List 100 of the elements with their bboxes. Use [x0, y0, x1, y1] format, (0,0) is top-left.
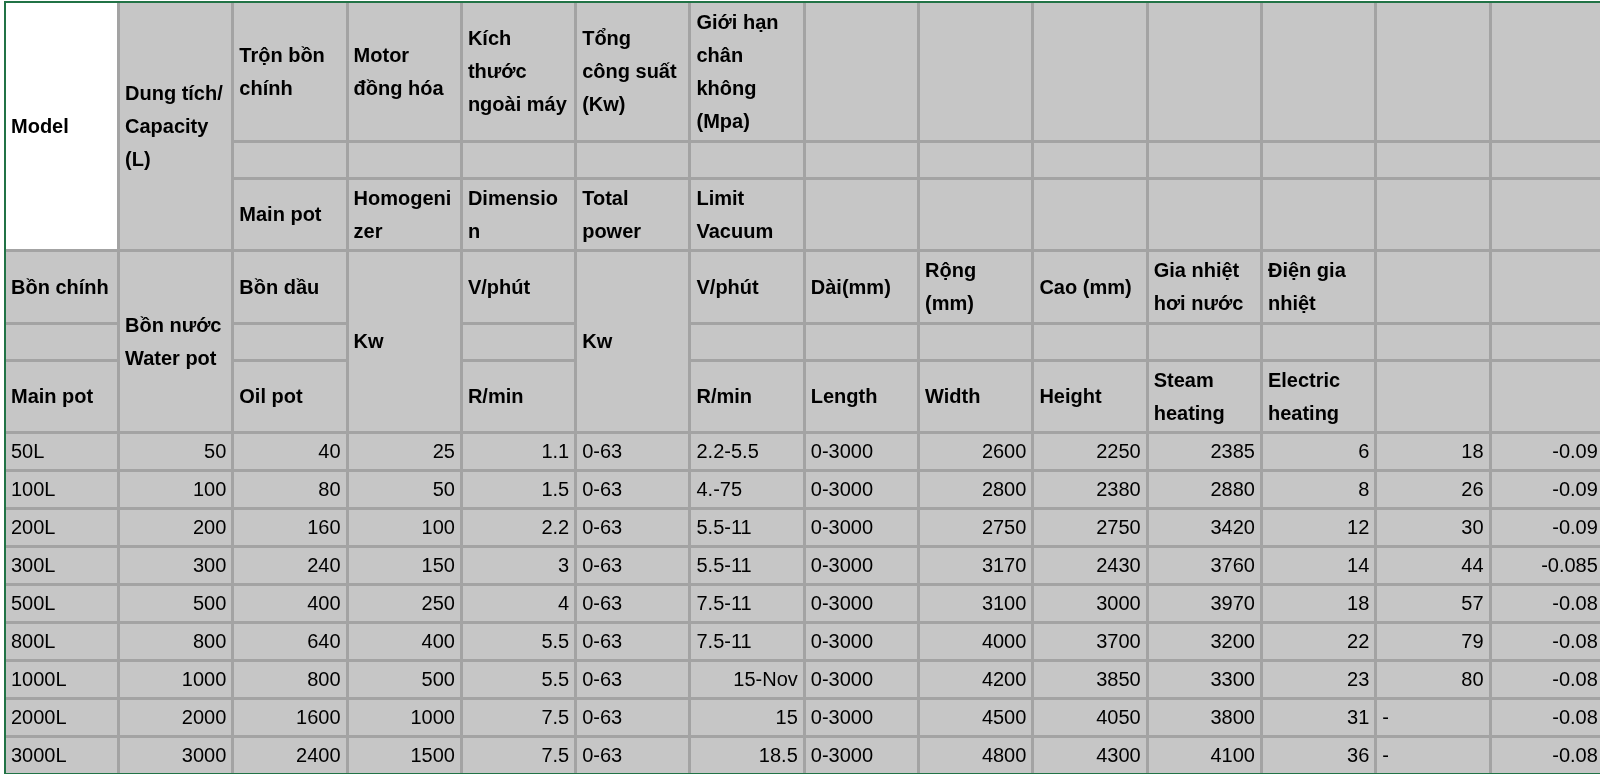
table-cell: 0-63 — [577, 510, 689, 545]
table-cell: 7.5 — [462, 700, 575, 735]
header-cell: Dung tích/ Capacity (L) — [120, 3, 232, 249]
header-cell: V/phút — [462, 252, 575, 322]
table-cell: -0.09 — [1491, 472, 1600, 507]
table-cell: 18 — [1377, 434, 1489, 469]
table-cell: 500 — [120, 586, 232, 621]
table-cell: 4500 — [920, 700, 1032, 735]
table-cell: 23 — [1262, 662, 1375, 697]
table-cell: 22 — [1262, 624, 1375, 659]
header-cell: Width — [920, 362, 1032, 431]
table-cell: 1000 — [120, 662, 232, 697]
table-cell: -0.08 — [1491, 700, 1600, 735]
table-cell: 2880 — [1148, 472, 1260, 507]
table-cell: 0-3000 — [805, 510, 918, 545]
header-cell: Steam heating — [1148, 362, 1260, 431]
table-cell: 31 — [1262, 700, 1375, 735]
table-cell: 3700 — [1034, 624, 1146, 659]
table-cell: 18.5 — [691, 738, 803, 773]
table-cell: 4100 — [1148, 738, 1260, 773]
header-cell: R/min — [462, 362, 575, 431]
table-cell: 5.5 — [462, 624, 575, 659]
table-cell: 79 — [1377, 624, 1489, 659]
header-cell: Rộng (mm) — [920, 252, 1032, 322]
table-cell: 80 — [1377, 662, 1489, 697]
table-cell: 7.5 — [462, 738, 575, 773]
header-cell: Kw — [348, 252, 460, 431]
table-cell: 1500 — [348, 738, 460, 773]
table-cell: 150 — [348, 548, 460, 583]
table-cell: 44 — [1377, 548, 1489, 583]
table-cell: 2600 — [920, 434, 1032, 469]
header-cell: Bồn chính — [6, 252, 117, 322]
table-cell: 3000L — [6, 738, 117, 773]
header-cell: Height — [1034, 362, 1146, 431]
table-cell: 400 — [234, 586, 346, 621]
table-cell: 200 — [120, 510, 232, 545]
table-cell: 300L — [6, 548, 117, 583]
table-cell: 0-63 — [577, 700, 689, 735]
table-cell: 100L — [6, 472, 117, 507]
header-cell: Length — [805, 362, 918, 431]
header-cell: V/phút — [691, 252, 803, 322]
table-cell: -0.09 — [1491, 434, 1600, 469]
table-cell: 800L — [6, 624, 117, 659]
table-cell: 4050 — [1034, 700, 1146, 735]
table-cell: 8 — [1262, 472, 1375, 507]
table-cell: -0.09 — [1491, 510, 1600, 545]
table-cell: 0-63 — [577, 738, 689, 773]
header-cell: Tổng công suất (Kw) — [577, 3, 689, 140]
table-cell: 2000 — [120, 700, 232, 735]
table-cell: 0-63 — [577, 434, 689, 469]
table-cell: 200L — [6, 510, 117, 545]
table-cell: 6 — [1262, 434, 1375, 469]
table-cell: 4300 — [1034, 738, 1146, 773]
table-cell: 0-3000 — [805, 700, 918, 735]
table-cell: 5.5-11 — [691, 510, 803, 545]
table-cell: 3000 — [1034, 586, 1146, 621]
table-cell: 100 — [120, 472, 232, 507]
header-cell: Main pot — [234, 180, 346, 249]
header-cell: Motor đồng hóa — [348, 3, 460, 140]
table-cell: 2400 — [234, 738, 346, 773]
table-cell: 800 — [120, 624, 232, 659]
table-cell: 400 — [348, 624, 460, 659]
table-cell: 50 — [120, 434, 232, 469]
header-cell: Dài(mm) — [805, 252, 918, 322]
table-cell: 0-63 — [577, 662, 689, 697]
table-cell: 500 — [348, 662, 460, 697]
table-cell: 250 — [348, 586, 460, 621]
header-cell: Homogenizer — [348, 180, 460, 249]
table-cell: 7.5-11 — [691, 586, 803, 621]
table-cell: 2.2 — [462, 510, 575, 545]
table-cell: 1600 — [234, 700, 346, 735]
table-cell: -0.08 — [1491, 586, 1600, 621]
header-cell: Oil pot — [234, 362, 346, 431]
table-cell: 2000L — [6, 700, 117, 735]
table-cell: -0.08 — [1491, 662, 1600, 697]
table-cell: 0-3000 — [805, 624, 918, 659]
table-cell: 26 — [1377, 472, 1489, 507]
table-cell: 3200 — [1148, 624, 1260, 659]
table-cell: 2800 — [920, 472, 1032, 507]
table-cell: 640 — [234, 624, 346, 659]
table-cell: 0-3000 — [805, 472, 918, 507]
table-cell: 0-3000 — [805, 586, 918, 621]
table-cell: 2750 — [920, 510, 1032, 545]
header-cell: Điện gia nhiệt — [1262, 252, 1375, 322]
header-cell: Bồn dầu — [234, 252, 346, 322]
table-cell: 3300 — [1148, 662, 1260, 697]
header-cell: Giới hạn chân không (Mpa) — [691, 3, 803, 140]
table-cell: -0.08 — [1491, 624, 1600, 659]
table-cell: 50L — [6, 434, 117, 469]
table-cell: 36 — [1262, 738, 1375, 773]
table-cell: 4 — [462, 586, 575, 621]
header-cell: Bồn nước Water pot — [120, 252, 232, 431]
header-cell: Main pot — [6, 362, 117, 431]
table-cell: 14 — [1262, 548, 1375, 583]
table-cell: 800 — [234, 662, 346, 697]
table-cell: 15 — [691, 700, 803, 735]
table-cell: 12 — [1262, 510, 1375, 545]
table-cell: 3100 — [920, 586, 1032, 621]
table-cell: 4800 — [920, 738, 1032, 773]
table-cell: 4000 — [920, 624, 1032, 659]
